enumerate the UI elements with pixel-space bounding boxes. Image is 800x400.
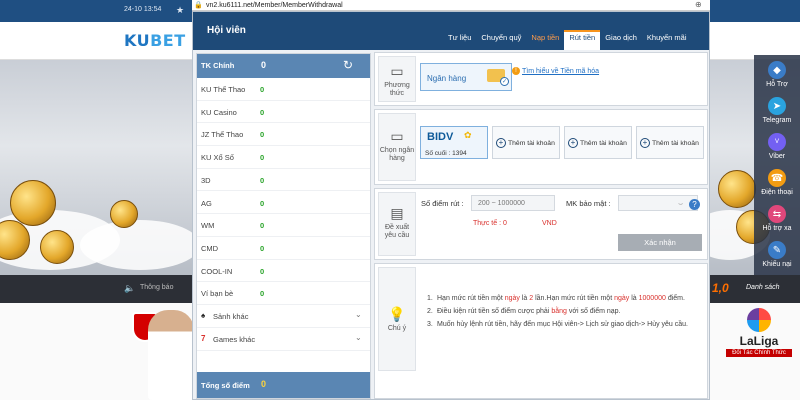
chevron-down-icon: ⌄ — [355, 310, 362, 319]
contact-remote[interactable]: ⇆ Hỗ trợ xa — [754, 205, 800, 232]
permission-icon[interactable]: ⊕ — [695, 0, 702, 9]
tab-profile[interactable]: Tư liệu — [443, 30, 476, 50]
currency-label: VND — [542, 220, 557, 227]
plus-icon: + — [568, 138, 578, 148]
balance-row: JZ Thể Thao 0 — [197, 123, 370, 147]
speaker-icon: 🔈 — [124, 283, 136, 293]
choose-bank-tag: ▭ Chọn ngân hàng — [378, 113, 416, 181]
contact-support[interactable]: ◆ Hỗ Trợ — [754, 61, 800, 88]
spade-icon: ♠ — [201, 311, 206, 320]
request-section: ▤ Đề xuất yêu cầu Số điểm rút : MK bảo m… — [374, 188, 708, 260]
score-text: 1,0 — [712, 281, 729, 295]
bank-method-button[interactable]: Ngân hàng ✓ — [420, 63, 512, 91]
add-account-button[interactable]: + Thêm tài khoản — [636, 126, 704, 159]
laliga-badge: LaLiga Đối Tác Chính Thức — [726, 308, 792, 357]
site-logo[interactable]: KUBET — [124, 31, 186, 50]
balance-panel: TK Chính 0 ↻ KU Thể Thao 0 KU Casino 0 JZ … — [196, 53, 371, 399]
contact-sidebar: ◆ Hỗ Trợ ➤ Telegram V Viber ☎ Điện thoại… — [754, 55, 800, 275]
favorite-star-icon[interactable]: ★ — [176, 5, 184, 16]
complaint-icon: ✎ — [768, 241, 786, 259]
balance-row: WM 0 — [197, 214, 370, 237]
tab-transactions[interactable]: Giao dịch — [600, 30, 642, 50]
seven-icon: 7 — [201, 334, 206, 343]
site-datetime: 24-10 13:54 — [124, 6, 162, 13]
plus-icon: + — [496, 138, 506, 148]
total-points-row: Tổng số điểm 0 — [197, 372, 370, 398]
balance-row: KU Thể Thao 0 — [197, 78, 370, 101]
note-item: 1. Hạn mức rút tiền một ngày là 2 lần.Hạn… — [427, 295, 685, 302]
modal-header: Hội viên Tư liệu Chuyển quỹ Nạp tiền Rút… — [193, 12, 709, 50]
tab-deposit[interactable]: Nạp tiền — [526, 30, 564, 50]
plus-icon: + — [640, 138, 650, 148]
amount-label: Số điểm rút : — [421, 199, 464, 208]
remote-icon: ⇆ — [768, 205, 786, 223]
info-icon: ! — [512, 67, 520, 75]
url-text[interactable]: vn2.ku6111.net/Member/MemberWithdrawal — [206, 2, 343, 9]
contact-phone[interactable]: ☎ Điện thoại — [754, 169, 800, 196]
viber-icon: V — [768, 133, 786, 151]
member-modal: Hội viên Tư liệu Chuyển quỹ Nạp tiền Rút… — [192, 11, 710, 400]
balance-row: KU Casino 0 — [197, 101, 370, 124]
amount-input[interactable] — [471, 195, 555, 211]
eye-off-icon[interactable]: ⌣ — [678, 199, 683, 209]
balance-row: COOL-IN 0 — [197, 260, 370, 283]
balance-row: AG 0 — [197, 192, 370, 215]
card-icon: ▭ — [390, 63, 404, 79]
lightbulb-icon: 💡 — [388, 306, 406, 322]
security-password-input[interactable] — [618, 195, 698, 211]
total-points-value: 0 — [261, 379, 267, 389]
balance-row: KU Xổ Số 0 — [197, 146, 370, 169]
confirm-button[interactable]: Xác nhận — [618, 234, 702, 251]
choose-bank-section: ▭ Chọn ngân hàng BIDV ✿ Số cuối : 1394 +… — [374, 109, 708, 185]
add-account-button[interactable]: + Thêm tài khoản — [564, 126, 632, 159]
contact-telegram[interactable]: ➤ Telegram — [754, 97, 800, 124]
note-item: 3. Muốn hủy lệnh rút tiền, hãy đến mục Hộ… — [427, 321, 688, 328]
expand-other-lobbies[interactable]: ♠ Sảnh khác ⌄ — [197, 305, 370, 328]
phone-icon: ☎ — [768, 169, 786, 187]
player-image — [148, 310, 194, 400]
refresh-icon[interactable]: ↻ — [343, 58, 353, 72]
request-tag: ▤ Đề xuất yêu cầu — [378, 192, 416, 256]
contact-viber[interactable]: V Viber — [754, 133, 800, 160]
main-account-value: 0 — [261, 60, 267, 70]
expand-other-games[interactable]: 7 Games khác ⌄ — [197, 328, 370, 351]
list-link[interactable]: Danh sách — [746, 284, 779, 291]
balance-row: CMD 0 — [197, 237, 370, 260]
last-digits: 1394 — [452, 150, 467, 157]
chevron-down-icon: ⌄ — [355, 333, 362, 342]
balance-row: Ví bạn bè 0 — [197, 282, 370, 305]
help-icon[interactable]: ? — [689, 199, 700, 210]
laliga-logo-icon — [747, 308, 771, 332]
notes-section: 💡 Chú ý 1. Hạn mức rút tiền một ngày là 2… — [374, 263, 708, 399]
browser-url-bar[interactable]: 🔒 vn2.ku6111.net/Member/MemberWithdrawal… — [192, 0, 710, 11]
add-account-button[interactable]: + Thêm tài khoản — [492, 126, 560, 159]
modal-title: Hội viên — [207, 25, 246, 36]
check-icon: ✓ — [500, 77, 509, 86]
balance-row: 3D 0 — [197, 169, 370, 192]
method-tag: ▭ Phương thức — [378, 56, 416, 102]
document-icon: ▤ — [390, 205, 404, 221]
notice-label: Thông báo — [140, 284, 174, 291]
tab-transfer[interactable]: Chuyển quỹ — [476, 30, 526, 50]
member-tabs: Tư liệu Chuyển quỹ Nạp tiền Rút tiền Gia… — [443, 30, 692, 50]
card-icon: ▭ — [390, 128, 404, 144]
actual-amount: Thực tế :0 — [473, 220, 507, 227]
note-item: 2. Điều kiện rút tiền số điểm cược phải b… — [427, 308, 621, 315]
crypto-info-link[interactable]: ! Tìm hiểu về Tiền mã hóa — [512, 67, 612, 76]
notes-list: 1. Hạn mức rút tiền một ngày là 2 lần.Hạn… — [427, 294, 699, 333]
main-account-row: TK Chính 0 ↻ — [197, 54, 370, 78]
lock-icon: 🔒 — [194, 2, 203, 9]
security-password-label: MK bảo mật : — [566, 199, 611, 208]
tab-promotions[interactable]: Khuyến mãi — [642, 30, 692, 50]
method-section: ▭ Phương thức Ngân hàng ✓ ! Tìm hiểu về … — [374, 52, 708, 106]
tab-withdraw[interactable]: Rút tiền — [564, 30, 601, 50]
notes-tag: 💡 Chú ý — [378, 267, 416, 371]
bank-star-icon: ✿ — [464, 130, 472, 140]
bank-card-bidv[interactable]: BIDV ✿ Số cuối : 1394 — [420, 126, 488, 159]
support-icon: ◆ — [768, 61, 786, 79]
contact-complaint[interactable]: ✎ Khiếu nại — [754, 241, 800, 268]
telegram-icon: ➤ — [768, 97, 786, 115]
